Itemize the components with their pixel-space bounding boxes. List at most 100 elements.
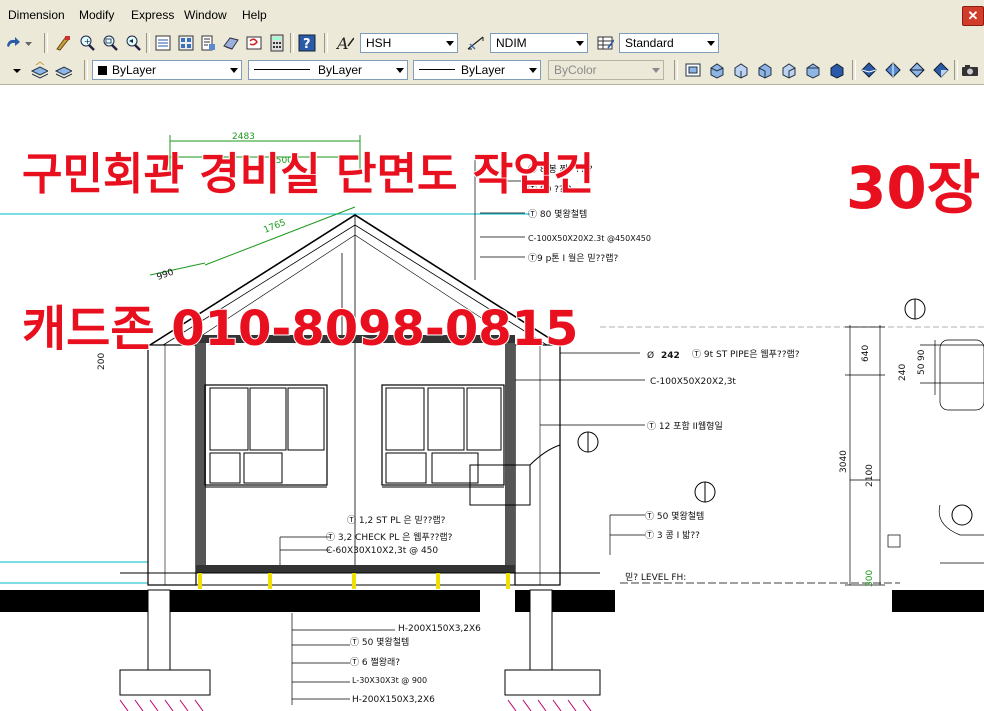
dim-300: 300 (865, 570, 875, 587)
ground-slab (892, 590, 984, 612)
svg-text:A: A (336, 34, 349, 52)
table-style-select[interactable]: Standard (619, 33, 719, 53)
markup-icon[interactable] (245, 34, 263, 52)
plot-style-control-select: ByColor (548, 60, 664, 80)
note-8: Ⓣ 12 포함 II웹형일 (647, 421, 723, 432)
ne-iso-icon[interactable] (908, 61, 926, 79)
right-view-icon[interactable] (780, 61, 798, 79)
text-style-value: HSH (366, 36, 392, 50)
color-swatch (98, 66, 107, 75)
named-views-icon[interactable] (684, 61, 702, 79)
menu-dimension[interactable]: Dimension (8, 8, 65, 22)
dim-640: 640 (861, 345, 871, 362)
window-left (204, 384, 328, 488)
linetype-control-select[interactable]: ByLayer (248, 60, 408, 80)
note-6b: 242 (661, 351, 680, 361)
note-14: 믿? LEVEL FH: (625, 571, 686, 583)
dim-3040: 3040 (839, 450, 849, 473)
note-11: C-60X30X10X2,3t @ 450 (326, 546, 438, 556)
zoom-window-icon[interactable] (101, 34, 119, 52)
help-icon[interactable]: ? (298, 34, 316, 52)
camera-icon[interactable] (960, 61, 978, 79)
section-marker (951, 504, 973, 526)
chevron-down-icon (576, 41, 584, 46)
plot-style-control-value: ByColor (554, 63, 597, 77)
section-drawing: 2483 1500 1765 990 200 640 240 50 90 304… (0, 132, 984, 711)
color-control-select[interactable]: ByLayer (92, 60, 242, 80)
linetype-control-value: ByLayer (318, 63, 363, 77)
match-properties-icon[interactable] (54, 34, 72, 52)
front-view-icon[interactable] (804, 61, 822, 79)
note-4: C-100X50X20X2.3t @450X450 (528, 234, 651, 243)
text-style-icon[interactable]: A (336, 34, 354, 52)
layer-previous-icon[interactable] (54, 61, 72, 79)
note-17: Ⓣ 6 쩔왕래? (350, 656, 400, 668)
dim-1765: 1765 (262, 218, 287, 236)
redo-icon[interactable] (4, 34, 22, 52)
back-view-icon[interactable] (828, 61, 846, 79)
note-7: C-100X50X20X2,3t (650, 377, 736, 387)
linetype-preview (254, 69, 310, 70)
calculator-icon[interactable] (268, 34, 286, 52)
standard-toolbar: + ? A HSH NDIM Standard (0, 29, 984, 58)
dim-50: 50 (917, 363, 927, 375)
note-19: H-200X150X3,2X6 (352, 695, 435, 705)
design-center-icon[interactable] (177, 34, 195, 52)
toolbar-separator (84, 60, 88, 80)
dim-style-icon[interactable] (466, 34, 484, 52)
overlay-count: 30장 (846, 154, 980, 222)
text-style-select[interactable]: HSH (360, 33, 458, 53)
floor-slab (196, 565, 515, 573)
toolbar-separator (324, 33, 328, 53)
toolbar-separator (674, 60, 678, 80)
table-style-icon[interactable] (596, 34, 614, 52)
overlay-contact: 캐드존 010-8098-0815 (22, 301, 578, 357)
note-16: Ⓣ 50 몇왕철템 (350, 636, 409, 648)
chevron-down-icon (529, 68, 537, 73)
bottom-view-icon[interactable] (732, 61, 750, 79)
menu-help[interactable]: Help (242, 8, 267, 22)
dim-2483: 2483 (232, 132, 255, 142)
dimension-line (204, 206, 356, 266)
left-view-icon[interactable] (756, 61, 774, 79)
lineweight-control-select[interactable]: ByLayer (413, 60, 541, 80)
right-dimensions (845, 325, 984, 586)
dim-90: 90 (917, 349, 927, 361)
note-6c: Ⓣ 9t ST PIPE은 웹푸??랩? (692, 348, 800, 360)
note-13: Ⓣ 3 콩 I 밟?? (645, 530, 700, 541)
properties-icon[interactable] (154, 34, 172, 52)
se-iso-icon[interactable] (884, 61, 902, 79)
sw-iso-icon[interactable] (860, 61, 878, 79)
layer-dropdown-arrow-icon[interactable] (10, 61, 28, 79)
chevron-down-icon (396, 68, 404, 73)
redo-dropdown-icon[interactable] (22, 34, 40, 52)
dim-style-select[interactable]: NDIM (490, 33, 588, 53)
sheet-set-icon[interactable] (222, 34, 240, 52)
toolbar-separator (954, 60, 958, 80)
chevron-down-icon (230, 68, 238, 73)
menu-express[interactable]: Express (131, 8, 174, 22)
dim-990: 990 (156, 267, 176, 282)
drawing-canvas[interactable]: 2483 1500 1765 990 200 640 240 50 90 304… (0, 85, 984, 711)
tool-palettes-icon[interactable] (199, 34, 217, 52)
zoom-previous-icon[interactable] (124, 34, 142, 52)
ground-slab (170, 590, 480, 612)
chevron-down-icon (652, 68, 660, 73)
note-10: Ⓣ 3,2 CHECK PL 은 웹푸??랩? (326, 531, 453, 543)
note-5: Ⓣ9 p톤 I 월은 믿??랩? (528, 252, 618, 264)
top-view-icon[interactable] (708, 61, 726, 79)
menu-modify[interactable]: Modify (79, 8, 114, 22)
menu-window[interactable]: Window (184, 8, 227, 22)
close-window-button[interactable]: ✕ (962, 6, 984, 26)
note-12: Ⓣ 50 몇왕철템 (645, 510, 704, 522)
properties-toolbar: ByLayer ByLayer ByLayer ByColor (0, 57, 984, 85)
chevron-down-icon (446, 41, 454, 46)
window-right (381, 384, 505, 488)
zoom-realtime-icon[interactable]: + (78, 34, 96, 52)
dim-2100: 2100 (865, 464, 875, 487)
dim-240: 240 (898, 364, 908, 381)
layer-state-icon[interactable] (30, 61, 48, 79)
dim-style-value: NDIM (496, 36, 527, 50)
nw-iso-icon[interactable] (932, 61, 950, 79)
right-wall-insulation (505, 335, 515, 570)
